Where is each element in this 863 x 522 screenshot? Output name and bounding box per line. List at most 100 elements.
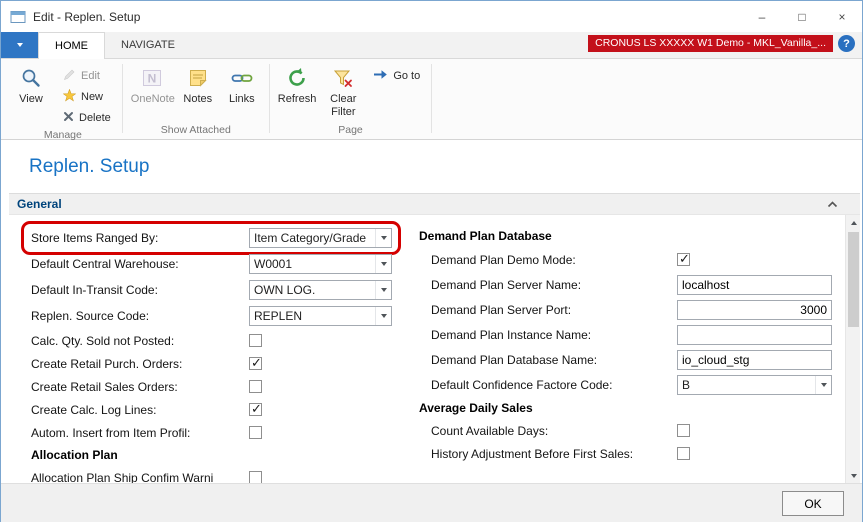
notes-button[interactable]: Notes bbox=[176, 61, 220, 106]
demand-plan-instance-name-input[interactable] bbox=[677, 325, 832, 345]
ribbon-group-page: Refresh Clear Filter Go to Page bbox=[275, 61, 426, 139]
help-button[interactable]: ? bbox=[838, 35, 855, 52]
go-to-button-label: Go to bbox=[393, 70, 420, 82]
company-badge: CRONUS LS XXXXX W1 Demo - MKL_Vanilla_..… bbox=[588, 35, 833, 52]
autom-insert-from-item-profil-label: Autom. Insert from Item Profil: bbox=[31, 426, 190, 440]
history-adjustment-before-first-sales-label: History Adjustment Before First Sales: bbox=[419, 447, 633, 461]
maximize-button[interactable]: □ bbox=[782, 1, 822, 32]
demand-plan-database-name-input[interactable] bbox=[677, 350, 832, 370]
ribbon-group-manage: View Edit New Delete bbox=[9, 61, 117, 139]
onenote-button-label: OneNote bbox=[131, 93, 173, 106]
links-button[interactable]: Links bbox=[220, 61, 264, 106]
field-row: History Adjustment Before First Sales: bbox=[419, 442, 832, 465]
links-button-label: Links bbox=[229, 93, 255, 106]
group-label-page: Page bbox=[275, 123, 426, 139]
field-row: Store Items Ranged By: Item Category/Gra… bbox=[31, 225, 392, 251]
pencil-icon bbox=[63, 68, 76, 84]
default-in-transit-code-combobox[interactable]: OWN LOG. bbox=[249, 280, 392, 300]
window-icon bbox=[10, 9, 26, 25]
onenote-icon: N bbox=[142, 66, 162, 90]
demand-plan-server-port-label: Demand Plan Server Port: bbox=[419, 303, 571, 317]
create-retail-sales-orders-checkbox[interactable] bbox=[249, 380, 262, 393]
group-label-manage: Manage bbox=[9, 128, 117, 144]
field-row: Autom. Insert from Item Profil: bbox=[31, 421, 392, 444]
ribbon-separator bbox=[269, 64, 270, 133]
create-calc-log-lines-label: Create Calc. Log Lines: bbox=[31, 403, 156, 417]
page-title: Replen. Setup bbox=[29, 156, 149, 178]
field-row-cutoff: Allocation Plan Ship Confim Warni bbox=[31, 466, 392, 483]
minimize-button[interactable]: – bbox=[742, 1, 782, 32]
refresh-button[interactable]: Refresh bbox=[275, 61, 320, 106]
svg-text:N: N bbox=[147, 72, 156, 86]
application-menu-button[interactable] bbox=[1, 32, 38, 58]
count-available-days-checkbox[interactable] bbox=[677, 424, 690, 437]
window-controls: – □ × bbox=[742, 1, 862, 32]
default-confidence-factore-code-combobox[interactable]: B bbox=[677, 375, 832, 395]
scrollbar-thumb[interactable] bbox=[848, 232, 859, 327]
demand-plan-instance-name-label: Demand Plan Instance Name: bbox=[419, 328, 591, 342]
create-retail-sales-orders-label: Create Retail Sales Orders: bbox=[31, 380, 178, 394]
autom-insert-from-item-profil-checkbox[interactable] bbox=[249, 426, 262, 439]
chevron-down-icon[interactable] bbox=[375, 281, 391, 299]
demand-plan-database-name-label: Demand Plan Database Name: bbox=[419, 353, 597, 367]
field-row: Create Retail Sales Orders: bbox=[31, 375, 392, 398]
field-row: Create Retail Purch. Orders: bbox=[31, 352, 392, 375]
delete-button[interactable]: Delete bbox=[57, 107, 117, 128]
average-daily-sales-subheader: Average Daily Sales bbox=[419, 397, 832, 419]
field-row: Create Calc. Log Lines: bbox=[31, 398, 392, 421]
refresh-icon bbox=[286, 66, 308, 90]
field-row: Demand Plan Server Name: bbox=[419, 272, 832, 297]
history-adjustment-before-first-sales-checkbox[interactable] bbox=[677, 447, 690, 460]
edit-button[interactable]: Edit bbox=[57, 65, 117, 86]
new-button[interactable]: New bbox=[57, 86, 117, 107]
group-label-show-attached: Show Attached bbox=[128, 123, 264, 139]
calc-qty-sold-not-posted-checkbox[interactable] bbox=[249, 334, 262, 347]
tab-home[interactable]: HOME bbox=[38, 32, 105, 59]
demand-plan-demo-mode-label: Demand Plan Demo Mode: bbox=[419, 253, 576, 267]
demand-plan-server-name-input[interactable] bbox=[677, 275, 832, 295]
clear-filter-button[interactable]: Clear Filter bbox=[319, 61, 367, 118]
dialog-footer: OK bbox=[1, 483, 862, 522]
ok-button[interactable]: OK bbox=[782, 491, 844, 516]
window-title: Edit - Replen. Setup bbox=[33, 10, 140, 24]
create-calc-log-lines-checkbox[interactable] bbox=[249, 403, 262, 416]
onenote-button[interactable]: N OneNote bbox=[128, 61, 176, 106]
default-central-warehouse-combobox[interactable]: W0001 bbox=[249, 254, 392, 274]
ribbon-separator bbox=[431, 64, 432, 133]
clear-filter-button-label: Clear Filter bbox=[322, 93, 364, 118]
chain-link-icon bbox=[231, 66, 253, 90]
chevron-down-icon[interactable] bbox=[375, 307, 391, 325]
store-items-ranged-by-combobox[interactable]: Item Category/Grade bbox=[249, 228, 392, 248]
chevron-down-icon bbox=[17, 43, 23, 47]
chevron-down-icon[interactable] bbox=[815, 376, 831, 394]
field-row: Demand Plan Database Name: bbox=[419, 347, 832, 372]
note-icon bbox=[188, 66, 208, 90]
form-column-left: Store Items Ranged By: Item Category/Gra… bbox=[31, 225, 392, 483]
chevron-up-icon[interactable] bbox=[827, 197, 838, 211]
refresh-button-label: Refresh bbox=[278, 93, 317, 106]
scroll-up-icon[interactable] bbox=[846, 215, 861, 230]
field-row: Demand Plan Demo Mode: bbox=[419, 247, 832, 272]
ribbon-separator bbox=[122, 64, 123, 133]
fasttab-general-header[interactable]: General bbox=[9, 194, 860, 215]
chevron-down-icon[interactable] bbox=[375, 229, 391, 247]
ribbon: View Edit New Delete bbox=[1, 59, 862, 140]
notes-button-label: Notes bbox=[183, 93, 212, 106]
chevron-down-icon[interactable] bbox=[375, 255, 391, 273]
demand-plan-server-port-input[interactable] bbox=[677, 300, 832, 320]
close-button[interactable]: × bbox=[822, 1, 862, 32]
edit-button-label: Edit bbox=[81, 70, 100, 82]
default-confidence-factore-code-label: Default Confidence Factore Code: bbox=[419, 378, 612, 392]
scroll-down-icon[interactable] bbox=[846, 468, 861, 483]
vertical-scrollbar[interactable] bbox=[845, 215, 860, 483]
tab-home-label: HOME bbox=[55, 40, 88, 52]
demand-plan-demo-mode-checkbox[interactable] bbox=[677, 253, 690, 266]
replen-source-code-combobox[interactable]: REPLEN bbox=[249, 306, 392, 326]
x-icon bbox=[63, 111, 74, 125]
tab-navigate[interactable]: NAVIGATE bbox=[105, 32, 191, 58]
go-to-button[interactable]: Go to bbox=[367, 65, 426, 86]
view-button[interactable]: View bbox=[9, 61, 53, 106]
allocation-plan-ship-confirm-checkbox[interactable] bbox=[249, 471, 262, 483]
magnifier-icon bbox=[20, 66, 42, 90]
create-retail-purch-orders-checkbox[interactable] bbox=[249, 357, 262, 370]
